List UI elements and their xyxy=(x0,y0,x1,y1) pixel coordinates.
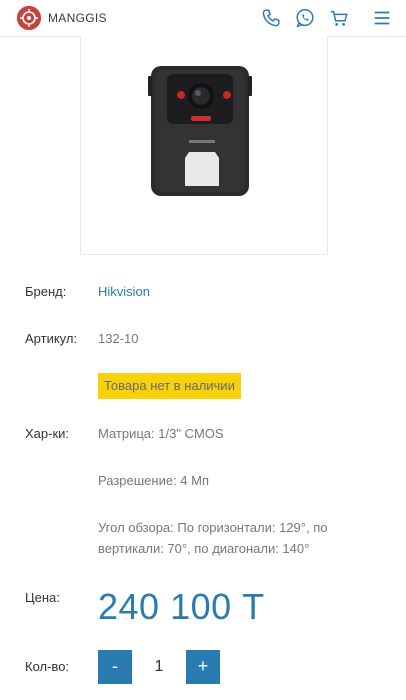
brand-link[interactable]: Hikvision xyxy=(98,284,150,299)
sku-value: 132-10 xyxy=(98,331,139,346)
availability-badge: Товара нет в наличии xyxy=(98,373,241,399)
spec-matrix: Матрица: 1/3" CMOS xyxy=(98,426,224,441)
quantity-input[interactable]: 1 xyxy=(140,650,178,684)
price-value: 240 100 Т xyxy=(98,586,265,627)
cart-icon[interactable] xyxy=(328,7,350,29)
logo-icon[interactable] xyxy=(17,6,41,30)
price-label: Цена: xyxy=(25,590,60,605)
phone-icon[interactable] xyxy=(260,7,282,29)
whatsapp-icon[interactable] xyxy=(294,7,316,29)
product-image[interactable] xyxy=(81,36,327,254)
brand-label: Бренд: xyxy=(25,284,67,299)
logo-text[interactable]: MANGGIS xyxy=(48,11,107,25)
menu-icon[interactable] xyxy=(371,7,393,29)
top-header: MANGGIS xyxy=(0,0,406,37)
quantity-label: Кол-во: xyxy=(25,659,70,674)
product-image-frame xyxy=(80,36,328,255)
sku-label: Артикул: xyxy=(25,331,78,346)
quantity-decrease-button[interactable]: - xyxy=(98,650,132,684)
spec-view-angle: Угол обзора: По горизонтали: 129°, по ве… xyxy=(98,520,328,556)
specs-label: Хар-ки: xyxy=(25,426,70,441)
spec-resolution: Разрешение: 4 Мп xyxy=(98,473,210,488)
quantity-increase-button[interactable]: + xyxy=(186,650,220,684)
